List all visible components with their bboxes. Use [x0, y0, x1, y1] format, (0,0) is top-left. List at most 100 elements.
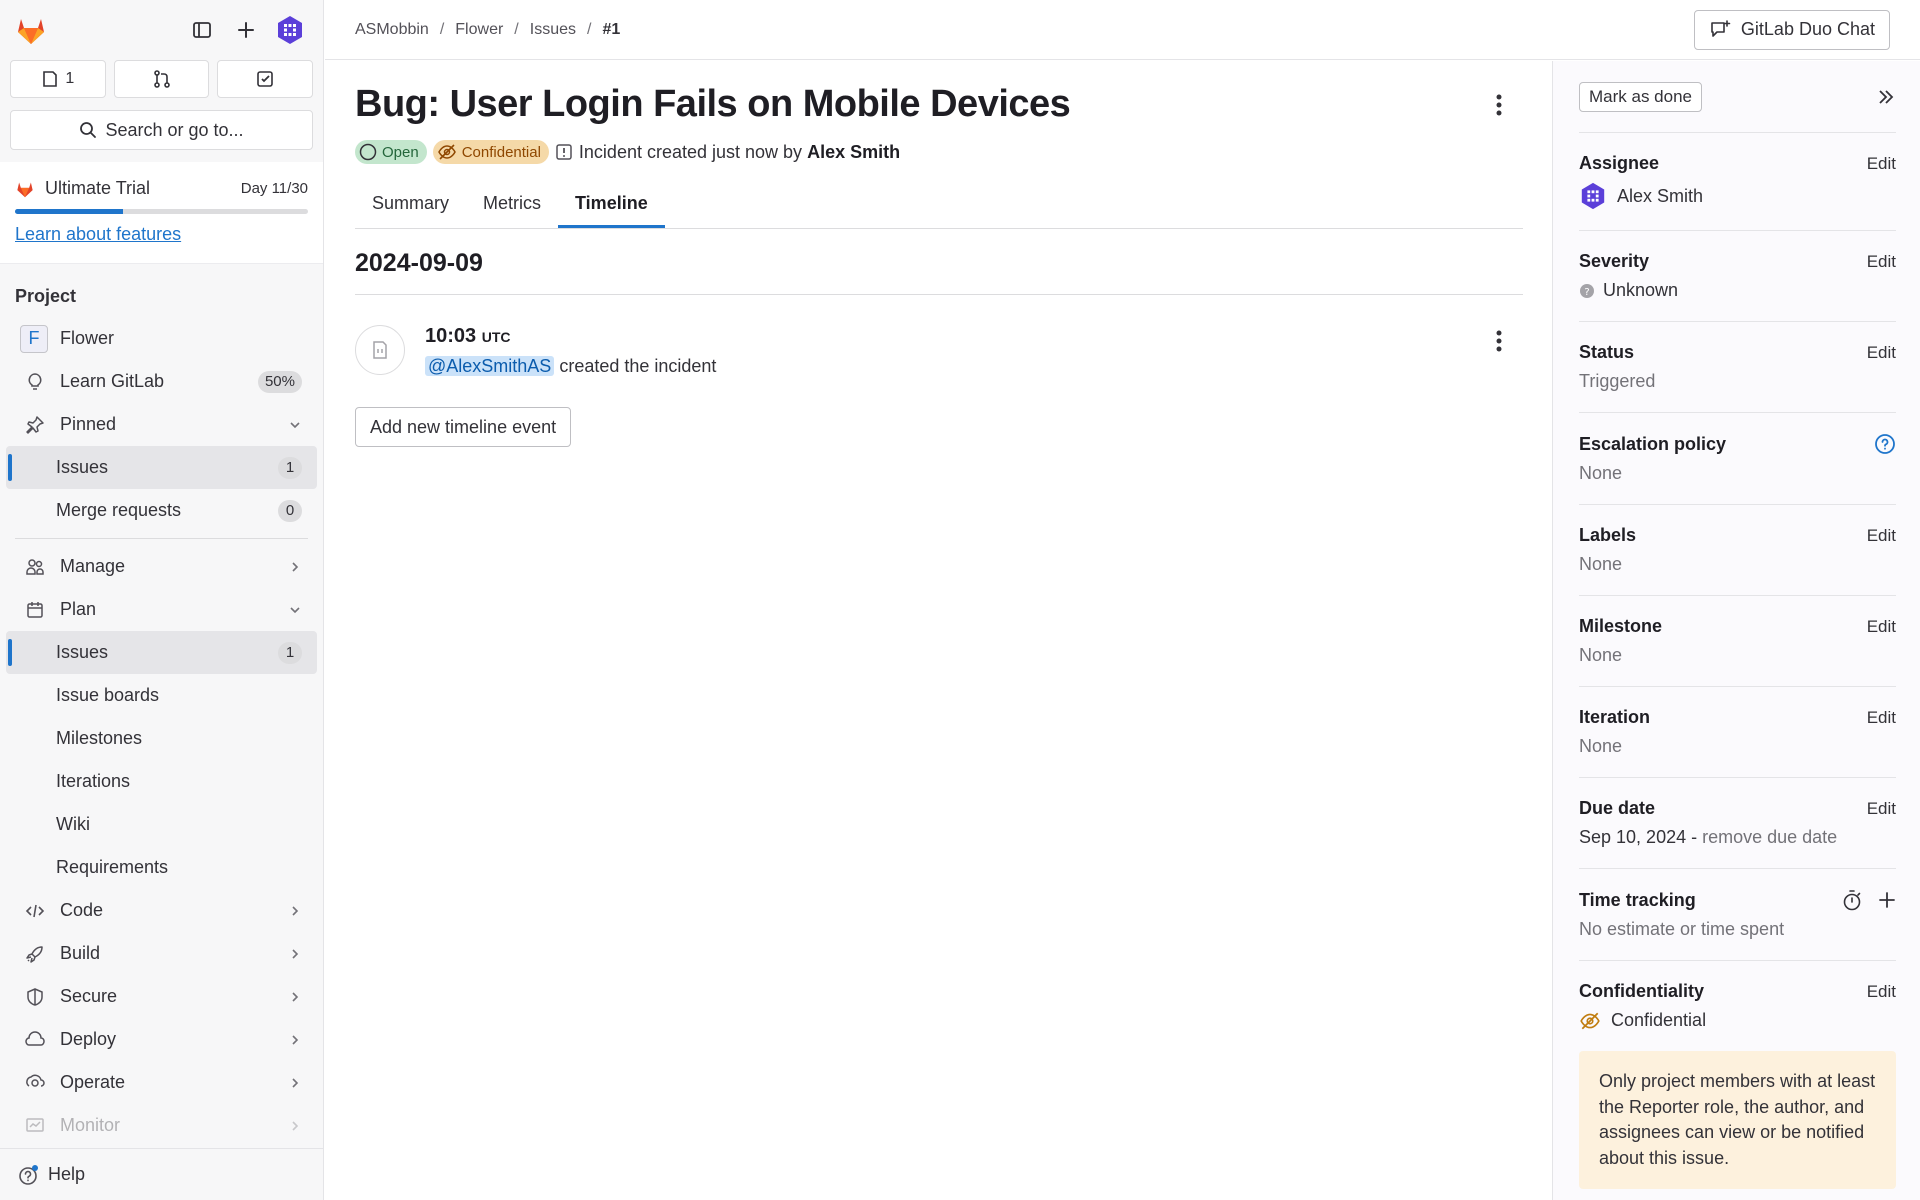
sidebar-item-learn-gitlab[interactable]: Learn GitLab 50% [6, 360, 317, 403]
milestone-edit-button[interactable]: Edit [1867, 617, 1896, 637]
sidebar-item-issue-boards[interactable]: Issue boards [6, 674, 317, 717]
issue-actions-icon[interactable] [1483, 89, 1515, 121]
tab-summary[interactable]: Summary [355, 182, 466, 228]
assigned-issues-button[interactable]: 1 [10, 60, 106, 98]
help-button[interactable]: Help [0, 1148, 323, 1200]
iteration-section: Iteration Edit None [1579, 687, 1896, 778]
gitlab-logo-icon[interactable] [14, 14, 48, 46]
chevron-right-icon [288, 990, 302, 1004]
breadcrumb-separator: / [587, 20, 592, 38]
author-link[interactable]: Alex Smith [807, 142, 900, 162]
main-content: Bug: User Login Fails on Mobile Devices … [355, 61, 1523, 447]
add-time-icon[interactable] [1878, 891, 1896, 909]
deploy-label: Deploy [60, 1029, 117, 1049]
search-icon [79, 121, 97, 139]
assignee-name[interactable]: Alex Smith [1617, 186, 1703, 207]
requirements-label: Requirements [56, 857, 169, 877]
search-placeholder: Search or go to... [105, 119, 244, 140]
help-icon [18, 1164, 40, 1186]
sidebar-item-monitor[interactable]: Monitor [6, 1104, 317, 1147]
sidebar-item-plan[interactable]: Plan [6, 588, 317, 631]
event-actions-icon[interactable] [1483, 325, 1515, 357]
pinned-merge-requests-badge: 0 [278, 499, 302, 522]
chevron-right-icon [288, 1119, 302, 1133]
deploy-icon [24, 1029, 46, 1051]
milestones-label: Milestones [56, 728, 143, 748]
sidebar-item-manage[interactable]: Manage [6, 545, 317, 588]
trial-progress-fill [15, 209, 124, 214]
sidebar-item-milestones[interactable]: Milestones [6, 717, 317, 760]
collapse-sidebar-icon[interactable] [1876, 87, 1896, 107]
sidebar-item-build[interactable]: Build [6, 932, 317, 975]
sidebar-item-deploy[interactable]: Deploy [6, 1018, 317, 1061]
learn-about-features-link[interactable]: Learn about features [15, 224, 308, 245]
chevron-down-icon [288, 418, 302, 432]
svg-text:?: ? [1584, 287, 1589, 298]
incident-icon [555, 143, 573, 161]
sidebar-item-requirements[interactable]: Requirements [6, 846, 317, 889]
merge-requests-button[interactable] [113, 60, 210, 98]
assignee-edit-button[interactable]: Edit [1867, 154, 1896, 174]
timeline-date: 2024-09-09 [355, 229, 1523, 295]
tab-metrics[interactable]: Metrics [466, 182, 558, 228]
wiki-label: Wiki [56, 814, 90, 834]
add-timeline-event-button[interactable]: Add new timeline event [355, 407, 572, 447]
calendar-icon [24, 599, 46, 621]
tab-timeline[interactable]: Timeline [558, 182, 665, 228]
todo-button[interactable] [217, 60, 314, 98]
code-label: Code [60, 900, 104, 920]
user-avatar[interactable] [271, 11, 309, 49]
confidentiality-edit-button[interactable]: Edit [1867, 982, 1896, 1002]
todo-icon [255, 69, 275, 89]
sidebar-item-wiki[interactable]: Wiki [6, 803, 317, 846]
mark-as-done-button[interactable]: Mark as done [1579, 81, 1702, 112]
iteration-edit-button[interactable]: Edit [1867, 708, 1896, 728]
chevron-right-icon [288, 560, 302, 574]
project-avatar: F [20, 324, 48, 353]
create-new-icon[interactable] [227, 11, 265, 49]
breadcrumb-issues[interactable]: Issues [530, 21, 576, 39]
issue-tabs: Summary Metrics Timeline [355, 182, 1523, 229]
toggle-sidebar-icon[interactable] [183, 11, 221, 49]
sidebar-item-pinned-issues[interactable]: Issues 1 [6, 446, 317, 489]
sidebar-header [0, 0, 323, 60]
labels-edit-button[interactable]: Edit [1867, 526, 1896, 546]
sidebar-item-iterations[interactable]: Iterations [6, 760, 317, 803]
operate-label: Operate [60, 1072, 126, 1092]
iteration-value: None [1579, 736, 1623, 756]
search-input[interactable]: Search or go to... [10, 110, 313, 150]
issues-icon [41, 70, 59, 88]
status-edit-button[interactable]: Edit [1867, 343, 1896, 363]
project-section-title: Project [15, 286, 77, 306]
assigned-issues-count: 1 [65, 70, 75, 87]
breadcrumb-current[interactable]: #1 [602, 21, 620, 39]
question-circle-icon[interactable] [1874, 433, 1896, 455]
trial-widget: Ultimate Trial Day 11/30 Learn about fea… [0, 162, 323, 264]
build-label: Build [60, 943, 101, 963]
severity-edit-button[interactable]: Edit [1867, 252, 1896, 272]
sidebar-item-secure[interactable]: Secure [6, 975, 317, 1018]
learn-gitlab-label: Learn GitLab [60, 371, 165, 391]
breadcrumb-group[interactable]: ASMobbin [355, 21, 429, 39]
sidebar-item-pinned[interactable]: Pinned [6, 403, 317, 446]
assignee-section: Assignee Edit Alex Smith [1579, 133, 1896, 231]
stopwatch-icon[interactable] [1842, 889, 1862, 911]
event-text: created the incident [559, 356, 717, 376]
chevron-down-icon [288, 603, 302, 617]
time-tracking-value: No estimate or time spent [1579, 919, 1785, 939]
duo-chat-button[interactable]: GitLab Duo Chat [1693, 9, 1890, 50]
sidebar-item-plan-issues[interactable]: Issues 1 [6, 631, 317, 674]
severity-section: Severity Edit ? Unknown [1579, 231, 1896, 322]
pinned-label: Pinned [60, 414, 117, 434]
user-mention-link[interactable]: @AlexSmithAS [425, 356, 555, 376]
sidebar-item-project[interactable]: F Flower [6, 317, 317, 360]
due-date-edit-button[interactable]: Edit [1867, 799, 1896, 819]
plan-issues-label: Issues [56, 642, 109, 662]
sidebar-item-pinned-merge-requests[interactable]: Merge requests 0 [6, 489, 317, 532]
status-label: Status [1579, 342, 1635, 362]
remove-due-date-link[interactable]: remove due date [1702, 827, 1837, 848]
rocket-icon [24, 943, 46, 965]
sidebar-item-code[interactable]: Code [6, 889, 317, 932]
breadcrumb-project[interactable]: Flower [455, 21, 503, 39]
sidebar-item-operate[interactable]: Operate [6, 1061, 317, 1104]
